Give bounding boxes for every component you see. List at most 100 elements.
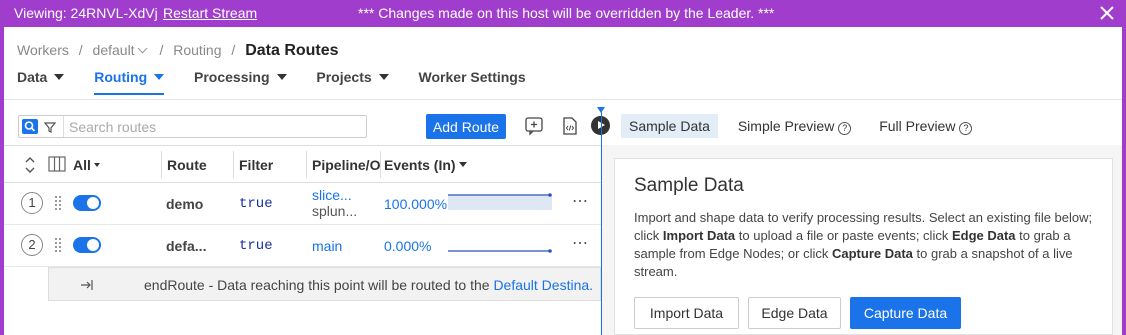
events-label: Events (In) <box>384 157 456 173</box>
events-percent: 0.000% <box>384 238 432 254</box>
output-name: splun... <box>312 203 358 219</box>
help-icon[interactable]: ? <box>959 122 973 135</box>
search-box[interactable] <box>18 115 367 138</box>
all-header[interactable]: All <box>73 157 100 173</box>
tab-full-preview-label: Full Preview <box>879 118 956 134</box>
route-name[interactable]: defa... <box>166 238 206 254</box>
search-input[interactable] <box>69 118 359 135</box>
breadcrumb-routing[interactable]: Routing <box>173 42 221 58</box>
tab-sample-data[interactable]: Sample Data <box>621 114 718 138</box>
caret-down-icon <box>93 163 100 167</box>
restart-stream-link[interactable]: Restart Stream <box>163 5 257 21</box>
tab-simple-preview-label: Simple Preview <box>737 118 835 134</box>
desc-capture-bold: Capture Data <box>831 246 913 261</box>
search-icon[interactable] <box>22 119 38 134</box>
route-header: Route <box>167 157 207 173</box>
pipeline-header: Pipeline/O <box>312 157 380 173</box>
tab-data[interactable]: Data <box>17 69 65 93</box>
capture-data-button[interactable]: Capture Data <box>850 297 961 329</box>
columns-icon[interactable] <box>48 156 66 172</box>
breadcrumb-sep: / <box>231 42 236 58</box>
search-separator <box>63 116 64 137</box>
tab-processing-label: Processing <box>194 69 270 85</box>
caret-down-icon <box>458 162 467 167</box>
tab-routing[interactable]: Routing <box>94 69 165 95</box>
import-data-button[interactable]: Import Data <box>634 297 739 329</box>
col-sep <box>380 151 381 178</box>
tab-processing[interactable]: Processing <box>194 69 287 93</box>
events-percent: 100.000% <box>384 196 448 212</box>
filter-icon[interactable] <box>43 120 57 134</box>
edge-data-button[interactable]: Edge Data <box>748 297 841 329</box>
breadcrumb-sep: / <box>159 42 164 58</box>
all-label: All <box>73 157 91 173</box>
table-row[interactable]: 1 demo true slice... splun... 100.000% ⋯ <box>4 183 601 225</box>
row-more-icon[interactable]: ⋯ <box>572 233 589 253</box>
tab-worker-settings[interactable]: Worker Settings <box>419 69 526 93</box>
desc-part-2: to upload a file or paste events; click <box>738 228 949 243</box>
breadcrumb-sep: / <box>78 42 83 58</box>
viewing-label: Viewing: 24RNVL-XdVj <box>14 5 158 21</box>
sample-data-description: Import and shape data to verify processi… <box>634 209 1096 281</box>
breadcrumb-default[interactable]: default <box>93 42 135 58</box>
end-route-message: endRoute - Data reaching this point will… <box>144 277 490 293</box>
code-file-icon[interactable] <box>560 116 580 136</box>
route-filter: true <box>239 196 273 212</box>
main-app: Workers / default / Routing / Data Route… <box>0 27 1126 335</box>
row-more-icon[interactable]: ⋯ <box>572 191 589 211</box>
route-pipeline[interactable]: main <box>312 238 342 254</box>
breadcrumb-workers[interactable]: Workers <box>17 42 69 58</box>
route-enabled-toggle[interactable] <box>73 195 101 211</box>
tab-projects[interactable]: Projects <box>316 69 389 93</box>
routes-table: All Route Filter Pipeline/O Events (In) … <box>4 145 601 335</box>
filter-header: Filter <box>239 157 274 173</box>
drag-handle-icon[interactable] <box>54 237 62 253</box>
events-sparkline <box>448 249 552 253</box>
tab-routing-label: Routing <box>94 69 148 85</box>
comment-add-icon[interactable] <box>524 116 544 136</box>
route-name[interactable]: demo <box>166 196 203 212</box>
drag-handle-icon[interactable] <box>54 195 62 211</box>
events-header[interactable]: Events (In) <box>384 157 467 173</box>
expand-collapse-icon[interactable] <box>24 156 36 174</box>
arrow-to-end-icon <box>81 280 93 290</box>
tabs-divider <box>4 99 1122 100</box>
caret-down-icon <box>276 74 287 80</box>
default-destination-link[interactable]: Default Destina... <box>493 277 594 293</box>
caret-down-icon <box>378 74 389 80</box>
desc-edge-bold: Edge Data <box>951 228 1016 243</box>
sample-data-panel: Sample Data Import and shape data to ver… <box>614 158 1113 335</box>
col-sep <box>306 151 307 178</box>
main-tabs: Data Routing Processing Projects Worker … <box>17 69 552 99</box>
sample-data-title: Sample Data <box>634 175 744 196</box>
tab-data-label: Data <box>17 69 48 85</box>
tab-projects-label: Projects <box>316 69 372 85</box>
end-route-row: endRoute - Data reaching this point will… <box>48 267 601 301</box>
table-row[interactable]: 2 defa... true main 0.000% ⋯ <box>4 225 601 267</box>
close-icon[interactable] <box>1098 3 1116 23</box>
tab-simple-preview[interactable]: Simple Preview? <box>730 114 859 139</box>
table-header: All Route Filter Pipeline/O Events (In) <box>4 146 601 183</box>
desc-import-bold: Import Data <box>662 228 736 243</box>
banner-message: *** Changes made on this host will be ov… <box>358 5 775 21</box>
events-sparkline <box>448 193 552 210</box>
route-filter: true <box>239 238 273 254</box>
caret-down-icon <box>154 74 165 80</box>
preview-tabs: Sample Data Simple Preview? Full Preview… <box>621 114 988 139</box>
route-pipeline[interactable]: slice... splun... <box>312 187 357 219</box>
route-enabled-toggle[interactable] <box>73 237 101 253</box>
tab-worker-settings-label: Worker Settings <box>418 69 526 85</box>
tab-full-preview[interactable]: Full Preview? <box>871 114 980 139</box>
col-sep <box>161 151 162 178</box>
add-route-button[interactable]: Add Route <box>426 114 506 139</box>
caret-down-icon <box>54 74 65 80</box>
page-title: Data Routes <box>245 42 339 59</box>
chevron-down-icon[interactable] <box>137 43 148 54</box>
pipeline-name[interactable]: slice... <box>312 187 352 203</box>
help-icon[interactable]: ? <box>838 122 852 135</box>
breadcrumb: Workers / default / Routing / Data Route… <box>17 42 345 60</box>
col-sep <box>233 151 234 178</box>
route-number: 1 <box>21 192 43 214</box>
end-route-text: endRoute - Data reaching this point will… <box>144 277 594 293</box>
leader-banner: Viewing: 24RNVL-XdVj Restart Stream *** … <box>0 0 1126 27</box>
